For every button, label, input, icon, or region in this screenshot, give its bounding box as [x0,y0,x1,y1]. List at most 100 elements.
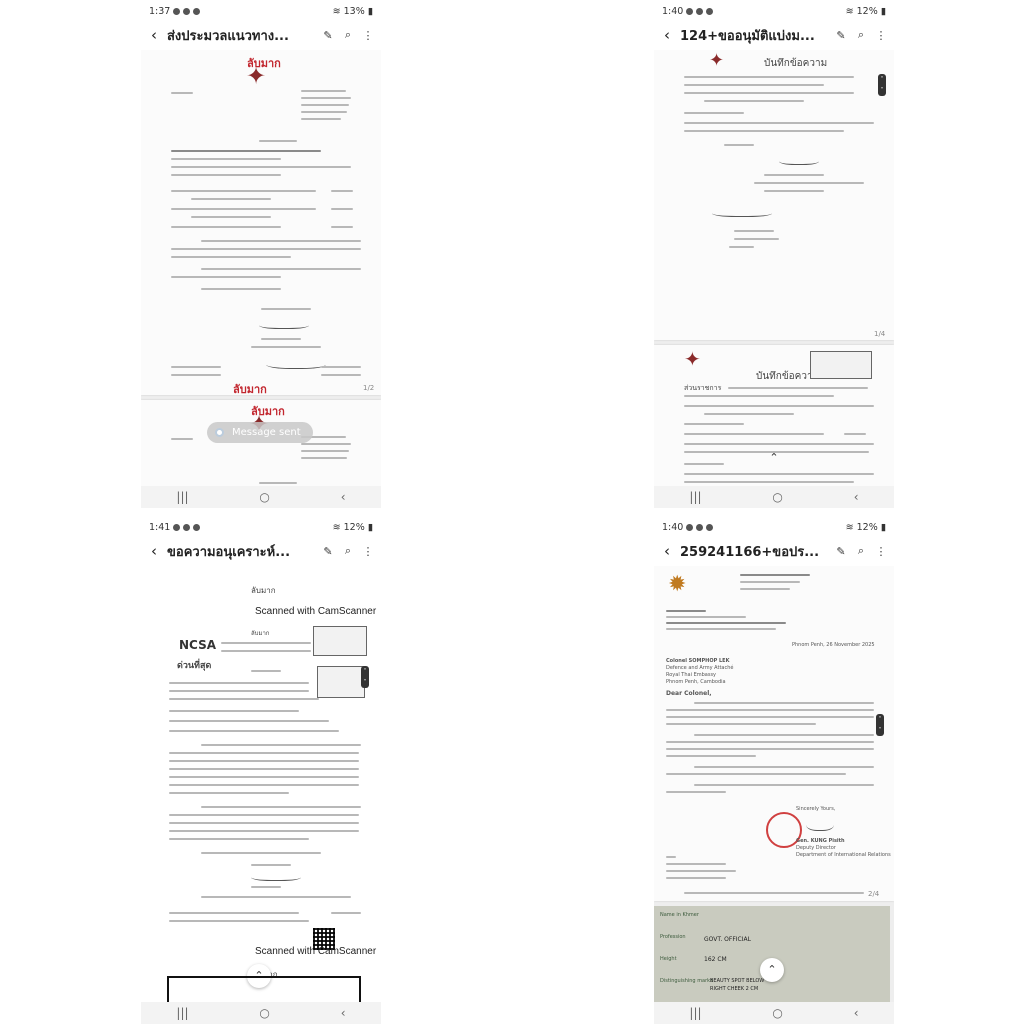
back-arrow-icon[interactable]: ‹ [660,26,674,44]
back-nav-icon[interactable]: ‹ [854,1006,859,1020]
classification-mark: ลับมาก [251,630,270,637]
recent-apps-icon[interactable]: ||| [176,1006,188,1020]
recent-apps-icon[interactable]: ||| [689,1006,701,1020]
page-indicator: 1/4 [874,330,886,338]
status-bar: 1:37 ≋ 13% ▮ [141,0,381,22]
app-bar: ‹ ส่งประมวลแนวทาง... ✎ ⌕ ⋮ [141,22,381,48]
id-value: BEAUTY SPOT BELOW [710,978,765,984]
id-value: 162 CM [704,956,727,963]
page-indicator: 2/4 [868,890,880,898]
edit-icon[interactable]: ✎ [834,28,848,42]
document-page: ลับมาก Scanned with CamScanner NCSA ด่วน… [141,566,381,1002]
notification-icon [686,7,694,15]
battery-icon: ▮ [880,5,886,17]
edit-icon[interactable]: ✎ [321,28,335,42]
receipt-stamp [810,351,872,379]
more-vert-icon[interactable]: ⋮ [361,28,375,42]
screen-2: 1:40 ≋ 12% ▮ ‹ 124+ขออนุมัติแบ่งม... ✎ ⌕ ⋮… [654,0,894,508]
classification-mark: ลับมาก [233,383,267,395]
camscanner-watermark: Scanned with CamScanner [255,606,377,617]
document-page: ลับมาก ✦ [141,50,381,395]
document-page: ลับมาก ✦ [141,400,381,486]
ncsa-logo: NCSA [179,638,217,652]
letter-date: Phnom Penh, 26 November 2025 [792,642,875,648]
toast-text: Message sent [232,427,301,438]
scroll-up-icon[interactable]: ⌃ [760,958,784,982]
notification-icon [193,523,201,531]
back-nav-icon[interactable]: ‹ [341,1006,346,1020]
home-icon[interactable]: ○ [259,490,269,504]
next-page-preview [167,976,361,1002]
document-page: ✦ บันทึกข้อความ 1/4 [654,50,894,340]
page-title: ขอความอนุเคราะห์... [167,544,291,560]
back-nav-icon[interactable]: ‹ [341,490,346,504]
scroll-handle[interactable]: ˄ ˅ [878,74,886,96]
scroll-up-icon[interactable]: ⌃ [762,446,786,470]
signer-name: Gen. KUNG Pisith [796,838,845,844]
battery-level: 13% [343,5,365,17]
addressee-line: Defence and Army Attaché [666,665,734,671]
scroll-handle[interactable]: ˄ ˅ [876,714,884,736]
battery-icon: ▮ [367,521,373,533]
notification-icon [183,7,191,15]
document-viewer[interactable]: ลับมาก ✦ ลับมาก 1/2 ลับมาก Message sent [141,50,381,486]
home-icon[interactable]: ○ [772,1006,782,1020]
message-icon [215,428,224,437]
page-title: ส่งประมวลแนวทาง... [167,28,289,44]
recent-apps-icon[interactable]: ||| [689,490,701,504]
receipt-stamp [313,626,367,656]
page-indicator: 1/2 [363,384,375,392]
garuda-emblem-icon: ✦ [709,50,725,71]
notification-icon [686,523,694,531]
urgent-mark: ด่วนที่สุด [177,661,212,671]
search-icon[interactable]: ⌕ [854,28,868,42]
classification-mark: ลับมาก [251,586,276,595]
back-arrow-icon[interactable]: ‹ [147,26,161,44]
signature [806,816,834,831]
search-icon[interactable]: ⌕ [854,544,868,558]
addressee-line: Royal Thai Embassy [666,672,717,678]
screen-4: 1:40 ≋ 12% ▮ ‹ 259241166+ขอปร... ✎ ⌕ ⋮ ✹ P… [654,516,894,1024]
home-icon[interactable]: ○ [772,490,782,504]
edit-icon[interactable]: ✎ [321,544,335,558]
edit-icon[interactable]: ✎ [834,544,848,558]
document-viewer[interactable]: ลับมาก Scanned with CamScanner NCSA ด่วน… [141,566,381,1002]
app-bar: ‹ 124+ขออนุมัติแบ่งม... ✎ ⌕ ⋮ [654,22,894,48]
system-nav-bar: ||| ○ ‹ [654,1002,894,1024]
battery-level: 12% [343,521,365,533]
app-bar: ‹ ขอความอนุเคราะห์... ✎ ⌕ ⋮ [141,538,381,564]
addressee-name: Colonel SOMPHOP LEK [666,658,730,664]
search-icon[interactable]: ⌕ [341,28,355,42]
screen-3: 1:41 ≋ 12% ▮ ‹ ขอความอนุเคราะห์... ✎ ⌕ ⋮ ล… [141,516,381,1024]
passport-page: Name in Khmer Profession GOVT. OFFICIAL … [654,906,890,1002]
salutation: Dear Colonel, [666,690,712,697]
signature [712,208,772,217]
document-viewer[interactable]: ✦ บันทึกข้อความ 1/4 ˄˅ ✦ บันทึกข้อความ [654,50,894,486]
document-viewer[interactable]: ✹ Phnom Penh, 26 November 2025 Colonel S… [654,566,894,1002]
addressee-line: Phnom Penh, Cambodia [666,679,726,685]
status-time: 1:40 [662,521,684,533]
wifi-icon: ≋ [845,5,854,17]
signature [266,358,326,369]
back-arrow-icon[interactable]: ‹ [147,542,161,560]
id-label: Distinguishing marks [660,978,713,984]
back-nav-icon[interactable]: ‹ [854,490,859,504]
home-icon[interactable]: ○ [259,1006,269,1020]
letter-page: ✹ Phnom Penh, 26 November 2025 Colonel S… [654,566,894,901]
signer-title: Deputy Director [796,845,836,851]
back-arrow-icon[interactable]: ‹ [660,542,674,560]
department: Department of International Relations [796,852,891,858]
search-icon[interactable]: ⌕ [341,544,355,558]
screen-1: 1:37 ≋ 13% ▮ ‹ ส่งประมวลแนวทาง... ✎ ⌕ ⋮ ลั… [141,0,381,508]
more-vert-icon[interactable]: ⋮ [874,544,888,558]
closing: Sincerely Yours, [796,806,836,812]
more-vert-icon[interactable]: ⋮ [874,28,888,42]
recent-apps-icon[interactable]: ||| [176,490,188,504]
more-vert-icon[interactable]: ⋮ [361,544,375,558]
camscanner-watermark: Scanned with CamScanner [255,946,377,957]
system-nav-bar: ||| ○ ‹ [654,486,894,508]
notification-icon [696,523,704,531]
coat-of-arms-icon: ✹ [668,572,687,597]
scroll-handle[interactable]: ˄ ˅ [361,666,369,688]
wifi-icon: ≋ [332,521,341,533]
